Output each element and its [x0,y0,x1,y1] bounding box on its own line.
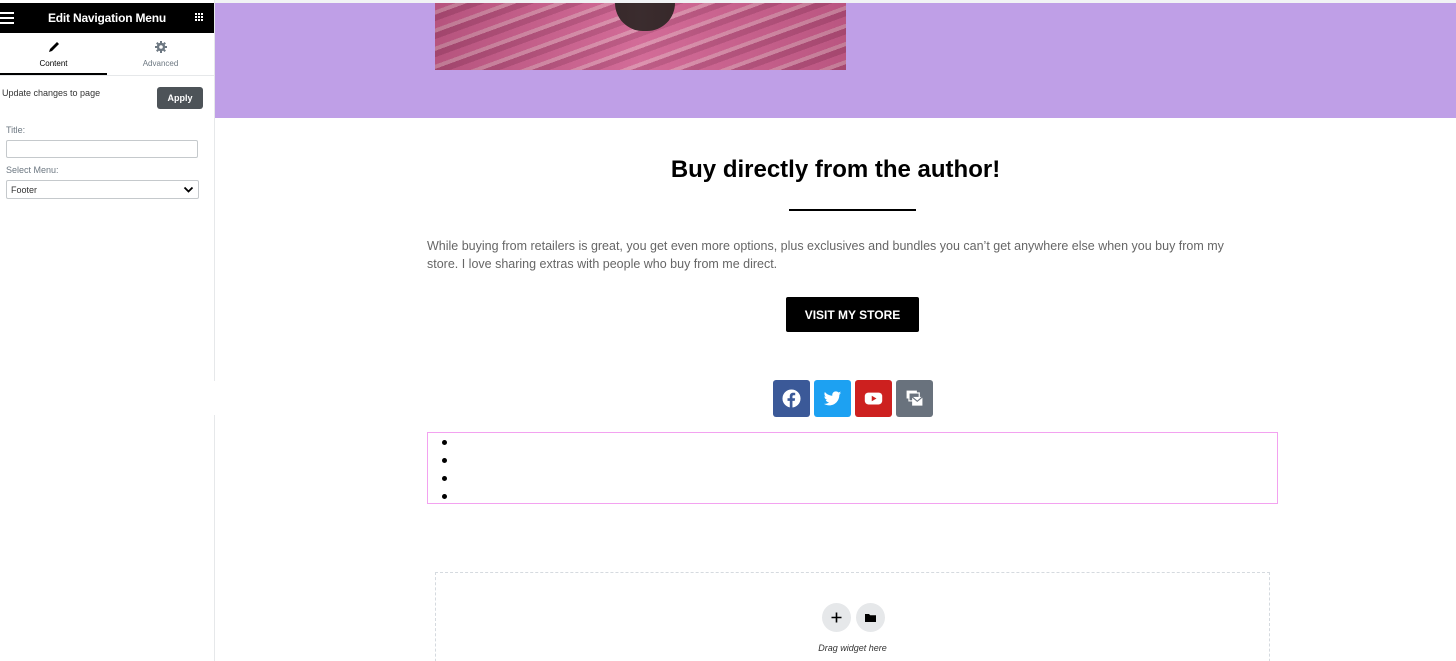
author-photo[interactable] [435,3,846,70]
select-menu-dropdown[interactable]: Footer [6,180,199,199]
twitter-icon [823,391,842,406]
panel-title: Edit Navigation Menu [47,11,166,25]
widget-drop-area[interactable]: Drag widget here [435,572,1270,661]
visit-store-button[interactable]: VISIT MY STORE [786,297,919,332]
youtube-icon [864,392,883,405]
page-preview: Buy directly from the author! While buyi… [215,0,1456,661]
twitter-button[interactable] [814,380,851,417]
tab-advanced[interactable]: Advanced [107,33,214,75]
pencil-icon [0,40,107,54]
facebook-icon [782,389,801,408]
add-section-button[interactable] [822,603,851,632]
update-changes-text: Update changes to page [2,88,101,98]
section-heading: Buy directly from the author! [670,156,1001,183]
editor-panel: Edit Navigation Menu Content Advanced Up… [0,0,215,661]
section-paragraph: While buying from retailers is great, yo… [427,239,1224,271]
drop-hint-text: Drag widget here [818,643,887,653]
panel-header: Edit Navigation Menu [0,3,214,33]
folder-icon [865,614,876,622]
nav-menu-item[interactable] [428,469,1277,487]
gear-icon [107,40,214,54]
panel-tabs: Content Advanced [0,33,214,76]
navigation-menu-widget[interactable] [427,432,1278,504]
tab-advanced-label: Advanced [142,59,179,68]
select-menu-label: Select Menu: [6,165,59,175]
tab-content-label: Content [39,59,68,68]
grid-icon[interactable] [195,13,204,22]
hero-section[interactable] [215,3,1456,118]
facebook-button[interactable] [773,380,810,417]
heading-divider [789,209,916,211]
select-menu-value: Footer [11,185,38,195]
chevron-down-icon [183,186,194,193]
tab-content[interactable]: Content [0,33,107,75]
apply-button[interactable]: Apply [157,87,203,109]
add-template-button[interactable] [856,603,885,632]
nav-menu-item[interactable] [428,487,1277,505]
nav-menu-item[interactable] [428,433,1277,451]
title-input[interactable] [6,140,198,158]
contact-button[interactable] [896,380,933,417]
title-label: Title: [6,125,26,135]
nav-menu-item[interactable] [428,451,1277,469]
plus-icon [831,612,842,623]
mail-bulk-icon [906,390,923,406]
youtube-button[interactable] [855,380,892,417]
